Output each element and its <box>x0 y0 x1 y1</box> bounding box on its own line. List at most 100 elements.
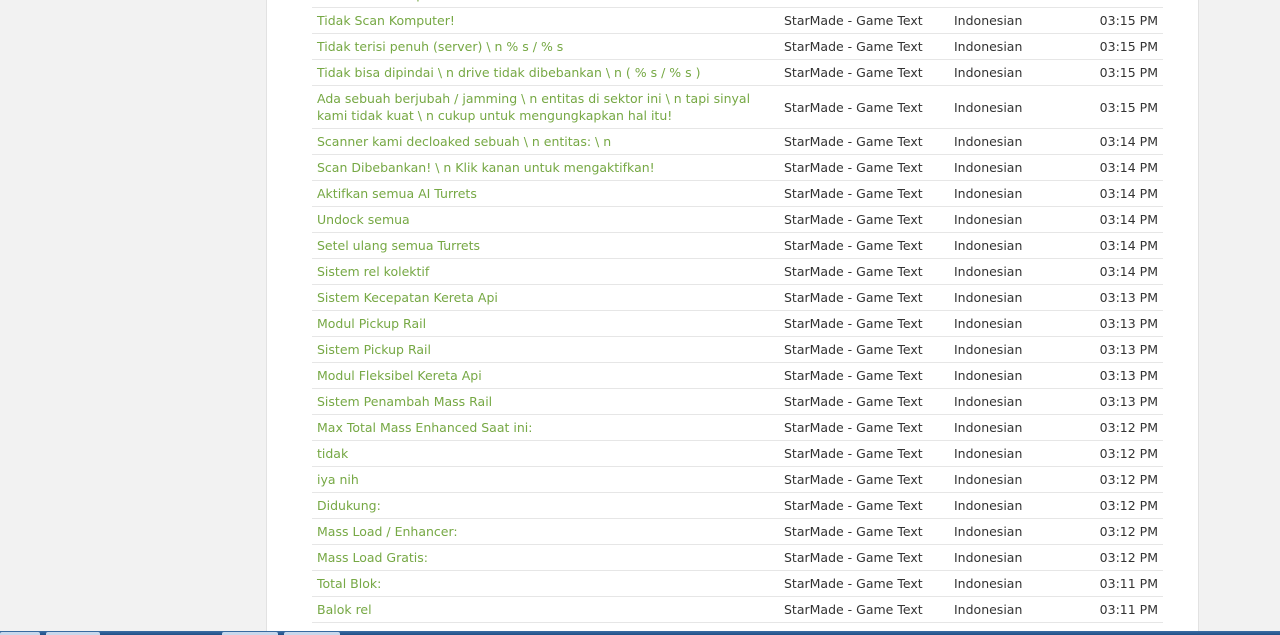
string-cell: Ada sebuah berjubah / jamming \ n entita… <box>312 90 779 124</box>
table-row: Didukung: StarMade - Game Text Indonesian 0… <box>312 493 1163 519</box>
string-link[interactable]: Ada sebuah berjubah / jamming \ n entita… <box>317 91 750 123</box>
language-cell: Indonesian <box>954 576 1023 591</box>
timestamp-cell: 03:13 PM <box>1099 342 1158 357</box>
timestamp-cell: 03:14 PM <box>1099 212 1158 227</box>
string-cell: Sistem rel kolektif <box>312 263 779 280</box>
table-row: Undock semua StarMade - Game Text Indonesi… <box>312 207 1163 233</box>
string-cell: Sistem Pickup Rail <box>312 341 779 358</box>
string-link[interactable]: tidak <box>317 446 348 461</box>
string-link[interactable]: Tidak Scan Komputer! <box>317 0 455 2</box>
string-link[interactable]: iya nih <box>317 472 359 487</box>
table-row: Scanner kami decloaked sebuah \ n entita… <box>312 129 1163 155</box>
project-cell: StarMade - Game Text <box>784 576 923 591</box>
table-row: Tidak Scan Komputer! StarMade - Game Text… <box>312 8 1163 34</box>
project-cell: StarMade - Game Text <box>784 264 923 279</box>
timestamp-cell: 03:15 PM <box>1099 39 1158 54</box>
table-row: Mass Load Gratis: StarMade - Game Text Ind… <box>312 545 1163 571</box>
string-link[interactable]: Tidak bisa dipindai \ n drive tidak dibe… <box>317 65 701 80</box>
string-cell: Setel ulang semua Turrets <box>312 237 779 254</box>
language-cell: Indonesian <box>954 602 1023 617</box>
project-cell: StarMade - Game Text <box>784 394 923 409</box>
project-cell: StarMade - Game Text <box>784 99 923 115</box>
language-cell: Indonesian <box>954 342 1023 357</box>
timestamp-cell: 03:11 PM <box>1099 576 1158 591</box>
timestamp-cell: 03:13 PM <box>1099 316 1158 331</box>
timestamp-cell: 03:15 PM <box>1079 0 1163 2</box>
table-row: Balok rel StarMade - Game Text Indonesian 0… <box>312 597 1163 623</box>
timestamp-cell: 03:12 PM <box>1099 498 1158 513</box>
timestamp-cell: 03:14 PM <box>1099 264 1158 279</box>
string-cell: Max Total Mass Enhanced Saat ini: <box>312 419 779 436</box>
string-link[interactable]: Aktifkan semua AI Turrets <box>317 186 477 201</box>
string-cell: Modul Pickup Rail <box>312 315 779 332</box>
language-cell: Indonesian <box>954 472 1023 487</box>
string-link[interactable]: Didukung: <box>317 498 381 513</box>
timestamp-cell: 03:11 PM <box>1099 602 1158 617</box>
string-link[interactable]: Scanner kami decloaked sebuah \ n entita… <box>317 134 611 149</box>
project-cell: StarMade - Game Text <box>784 290 923 305</box>
string-link[interactable]: Balok rel <box>317 602 372 617</box>
project-cell: StarMade - Game Text <box>784 65 923 80</box>
string-link[interactable]: Modul Pickup Rail <box>317 316 426 331</box>
timestamp-cell: 03:14 PM <box>1099 186 1158 201</box>
project-cell: StarMade - Game Text <box>784 13 923 28</box>
project-cell: StarMade - Game Text <box>784 39 923 54</box>
table-row: Aktifkan semua AI Turrets StarMade - Game… <box>312 181 1163 207</box>
string-link[interactable]: Max Total Mass Enhanced Saat ini: <box>317 420 532 435</box>
string-link[interactable]: Scan Dibebankan! \ n Klik kanan untuk me… <box>317 160 655 175</box>
timestamp-cell: 03:15 PM <box>1099 65 1158 80</box>
timestamp-cell: 03:14 PM <box>1099 238 1158 253</box>
string-link[interactable]: Total Blok: <box>317 576 381 591</box>
project-cell: StarMade - Game Text <box>784 420 923 435</box>
browser-viewport: Tidak Scan Komputer! StarMade - Game Text… <box>0 0 1280 635</box>
project-cell: StarMade - Game Text <box>784 368 923 383</box>
project-cell: StarMade - Game Text <box>784 186 923 201</box>
project-cell: StarMade - Game Text <box>784 446 923 461</box>
string-link[interactable]: Modul Fleksibel Kereta Api <box>317 368 482 383</box>
table-row: Tidak bisa dipindai \ n drive tidak dibe… <box>312 60 1163 86</box>
language-cell: Indonesian <box>954 13 1023 28</box>
table-row: Mass Load / Enhancer: StarMade - Game Tex… <box>312 519 1163 545</box>
string-link[interactable]: Undock semua <box>317 212 410 227</box>
string-cell: Undock semua <box>312 211 779 228</box>
activity-panel: Tidak Scan Komputer! StarMade - Game Text… <box>266 0 1199 635</box>
table-row: Sistem Pickup Rail StarMade - Game Text In… <box>312 337 1163 363</box>
language-cell: Indonesian <box>949 0 1079 2</box>
language-cell: Indonesian <box>954 290 1023 305</box>
string-cell: Aktifkan semua AI Turrets <box>312 185 779 202</box>
string-link[interactable]: Sistem Kecepatan Kereta Api <box>317 290 498 305</box>
string-link[interactable]: Mass Load Gratis: <box>317 550 428 565</box>
string-cell: Tidak bisa dipindai \ n drive tidak dibe… <box>312 64 779 81</box>
language-cell: Indonesian <box>954 99 1023 115</box>
string-link[interactable]: Setel ulang semua Turrets <box>317 238 480 253</box>
string-link[interactable]: Mass Load / Enhancer: <box>317 524 458 539</box>
string-cell: Mass Load / Enhancer: <box>312 523 779 540</box>
timestamp-cell: 03:13 PM <box>1099 394 1158 409</box>
project-cell: StarMade - Game Text <box>784 212 923 227</box>
string-link[interactable]: Sistem Penambah Mass Rail <box>317 394 492 409</box>
language-cell: Indonesian <box>954 212 1023 227</box>
timestamp-cell: 03:12 PM <box>1099 420 1158 435</box>
language-cell: Indonesian <box>954 264 1023 279</box>
timestamp-cell: 03:15 PM <box>1099 13 1158 28</box>
string-link[interactable]: Sistem rel kolektif <box>317 264 429 279</box>
timestamp-cell: 03:12 PM <box>1099 446 1158 461</box>
project-cell: StarMade - Game Text <box>784 342 923 357</box>
string-cell: Mass Load Gratis: <box>312 549 779 566</box>
project-cell: StarMade - Game Text <box>784 550 923 565</box>
language-cell: Indonesian <box>954 420 1023 435</box>
language-cell: Indonesian <box>954 524 1023 539</box>
timestamp-cell: 03:13 PM <box>1099 290 1158 305</box>
string-cell: tidak <box>312 445 779 462</box>
table-row: Scan Dibebankan! \ n Klik kanan untuk me… <box>312 155 1163 181</box>
table-row: Tidak terisi penuh (server) \ n % s / % … <box>312 34 1163 60</box>
string-link[interactable]: Tidak Scan Komputer! <box>317 13 455 28</box>
project-cell: StarMade - Game Text <box>784 602 923 617</box>
string-link[interactable]: Tidak terisi penuh (server) \ n % s / % … <box>317 39 563 54</box>
string-link[interactable]: Sistem Pickup Rail <box>317 342 431 357</box>
string-cell: Balok rel <box>312 601 779 618</box>
language-cell: Indonesian <box>954 186 1023 201</box>
table-row: Sistem Kecepatan Kereta Api StarMade - Ga… <box>312 285 1163 311</box>
string-cell: Scan Dibebankan! \ n Klik kanan untuk me… <box>312 159 779 176</box>
table-row: Modul Fleksibel Kereta Api StarMade - Gam… <box>312 363 1163 389</box>
